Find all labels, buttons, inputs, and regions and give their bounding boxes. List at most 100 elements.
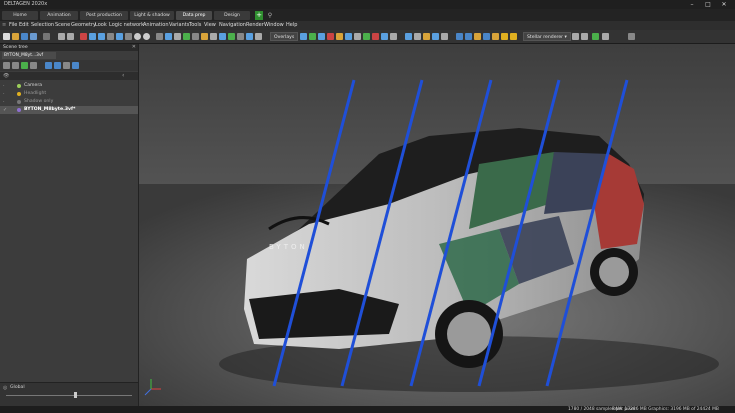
- box-icon[interactable]: [483, 33, 490, 40]
- texture-icon[interactable]: [228, 33, 235, 40]
- object-icon[interactable]: [246, 33, 253, 40]
- clip-icon[interactable]: [432, 33, 439, 40]
- select-icon[interactable]: [300, 33, 307, 40]
- scale-icon[interactable]: [327, 33, 334, 40]
- close-icon[interactable]: ✕: [718, 0, 730, 9]
- render-region-icon[interactable]: [592, 33, 599, 40]
- check-icon[interactable]: ·: [3, 98, 5, 106]
- renderer-dropdown[interactable]: Stellar renderer ▾: [523, 32, 571, 41]
- slider-track[interactable]: [6, 395, 132, 396]
- new-file-icon[interactable]: [3, 33, 10, 40]
- measure-icon[interactable]: [174, 33, 181, 40]
- scene-file-tab[interactable]: BYTON_M8yt...3vf: [2, 52, 56, 59]
- move-icon[interactable]: [309, 33, 316, 40]
- section-icon[interactable]: [441, 33, 448, 40]
- display-icon[interactable]: [125, 33, 132, 40]
- material-icon[interactable]: [156, 33, 163, 40]
- shield-icon[interactable]: [474, 33, 481, 40]
- locate-icon[interactable]: [63, 62, 70, 69]
- visibility-icon[interactable]: 👁: [3, 73, 9, 79]
- tab-design[interactable]: Design: [214, 11, 250, 20]
- redo-icon[interactable]: [67, 33, 74, 40]
- menu-edit[interactable]: Edit: [19, 22, 29, 29]
- folder-icon[interactable]: [12, 62, 19, 69]
- grid-icon[interactable]: [116, 33, 123, 40]
- render-output-icon[interactable]: [602, 33, 609, 40]
- raytrace-icon[interactable]: [143, 33, 150, 40]
- save-all-icon[interactable]: [30, 33, 37, 40]
- menu-view[interactable]: View: [204, 22, 216, 29]
- menu-selection[interactable]: Selection: [31, 22, 54, 29]
- check-icon[interactable]: ✓: [3, 106, 7, 114]
- align-icon[interactable]: [354, 33, 361, 40]
- sun-icon[interactable]: [423, 33, 430, 40]
- mesh-icon[interactable]: [465, 33, 472, 40]
- menu-navigation[interactable]: Navigation: [219, 22, 246, 29]
- menu-render[interactable]: Render: [246, 22, 264, 29]
- close-panel-icon[interactable]: ✕: [132, 44, 136, 51]
- collapse-icon[interactable]: [54, 62, 61, 69]
- tab-home[interactable]: Home: [2, 11, 38, 20]
- tab-animation[interactable]: Animation: [40, 11, 78, 20]
- light-icon[interactable]: [165, 33, 172, 40]
- snap-icon[interactable]: [345, 33, 352, 40]
- add-node-icon[interactable]: [3, 62, 10, 69]
- snapshot-icon[interactable]: [210, 33, 217, 40]
- stop-icon[interactable]: [80, 33, 87, 40]
- overlays-button[interactable]: Overlays: [270, 32, 299, 41]
- duplicate-icon[interactable]: [381, 33, 388, 40]
- sequence-icon[interactable]: [219, 33, 226, 40]
- menu-tools[interactable]: Tools: [189, 22, 201, 29]
- tag-icon[interactable]: [492, 33, 499, 40]
- maximize-icon[interactable]: □: [702, 0, 714, 9]
- link-icon[interactable]: [390, 33, 397, 40]
- menu-scene[interactable]: Scene: [55, 22, 70, 29]
- tab-data-prep[interactable]: Data prep: [176, 11, 212, 20]
- menu-help[interactable]: Help: [286, 22, 297, 29]
- tree-item-byton-model[interactable]: ✓ BYTON_M8byte.3vf*: [0, 106, 138, 114]
- filter-tree-icon[interactable]: [30, 62, 37, 69]
- menu-animation[interactable]: Animation: [143, 22, 169, 29]
- wireframe-icon[interactable]: [405, 33, 412, 40]
- add-tab-button[interactable]: +: [255, 11, 263, 20]
- render-settings-icon[interactable]: [581, 33, 588, 40]
- screenshot-icon[interactable]: [628, 33, 635, 40]
- viewpoint-icon[interactable]: [98, 33, 105, 40]
- variant-icon[interactable]: [183, 33, 190, 40]
- menu-logic-network[interactable]: Logic network: [109, 22, 144, 29]
- pivot-icon[interactable]: [336, 33, 343, 40]
- menu-icon[interactable]: ≡: [2, 22, 6, 29]
- cube-icon[interactable]: [456, 33, 463, 40]
- menu-variants[interactable]: Variants: [169, 22, 189, 29]
- menu-geometry[interactable]: Geometry: [71, 22, 96, 29]
- pin-icon[interactable]: ⚲: [266, 11, 274, 20]
- menu-file[interactable]: File: [9, 22, 17, 29]
- sphere-icon[interactable]: [134, 33, 141, 40]
- camera-icon[interactable]: [89, 33, 96, 40]
- delete-icon[interactable]: [372, 33, 379, 40]
- render-icon[interactable]: [192, 33, 199, 40]
- tree-item-shadow-only[interactable]: · Shadow only: [0, 98, 138, 106]
- check-icon[interactable]: ·: [3, 82, 5, 90]
- filter-icon[interactable]: [237, 33, 244, 40]
- shading-icon[interactable]: [414, 33, 421, 40]
- menu-look[interactable]: Look: [95, 22, 107, 29]
- tree-item-headlight[interactable]: · Headlight: [0, 90, 138, 98]
- slider-thumb[interactable]: [74, 392, 78, 398]
- transform-icon[interactable]: [255, 33, 262, 40]
- render-viewport[interactable]: BYTON: [139, 44, 735, 406]
- layout-icon[interactable]: [107, 33, 114, 40]
- group-node-icon[interactable]: [21, 62, 28, 69]
- star-icon[interactable]: [510, 33, 517, 40]
- group-icon[interactable]: [363, 33, 370, 40]
- check-icon[interactable]: ·: [3, 90, 5, 98]
- sync-icon[interactable]: [72, 62, 79, 69]
- tree-item-camera[interactable]: · Camera: [0, 82, 138, 90]
- bulb-icon[interactable]: [501, 33, 508, 40]
- menu-window[interactable]: Window: [264, 22, 284, 29]
- import-icon[interactable]: [43, 33, 50, 40]
- environment-icon[interactable]: [201, 33, 208, 40]
- rotate-icon[interactable]: [318, 33, 325, 40]
- open-folder-icon[interactable]: [12, 33, 19, 40]
- undo-icon[interactable]: [58, 33, 65, 40]
